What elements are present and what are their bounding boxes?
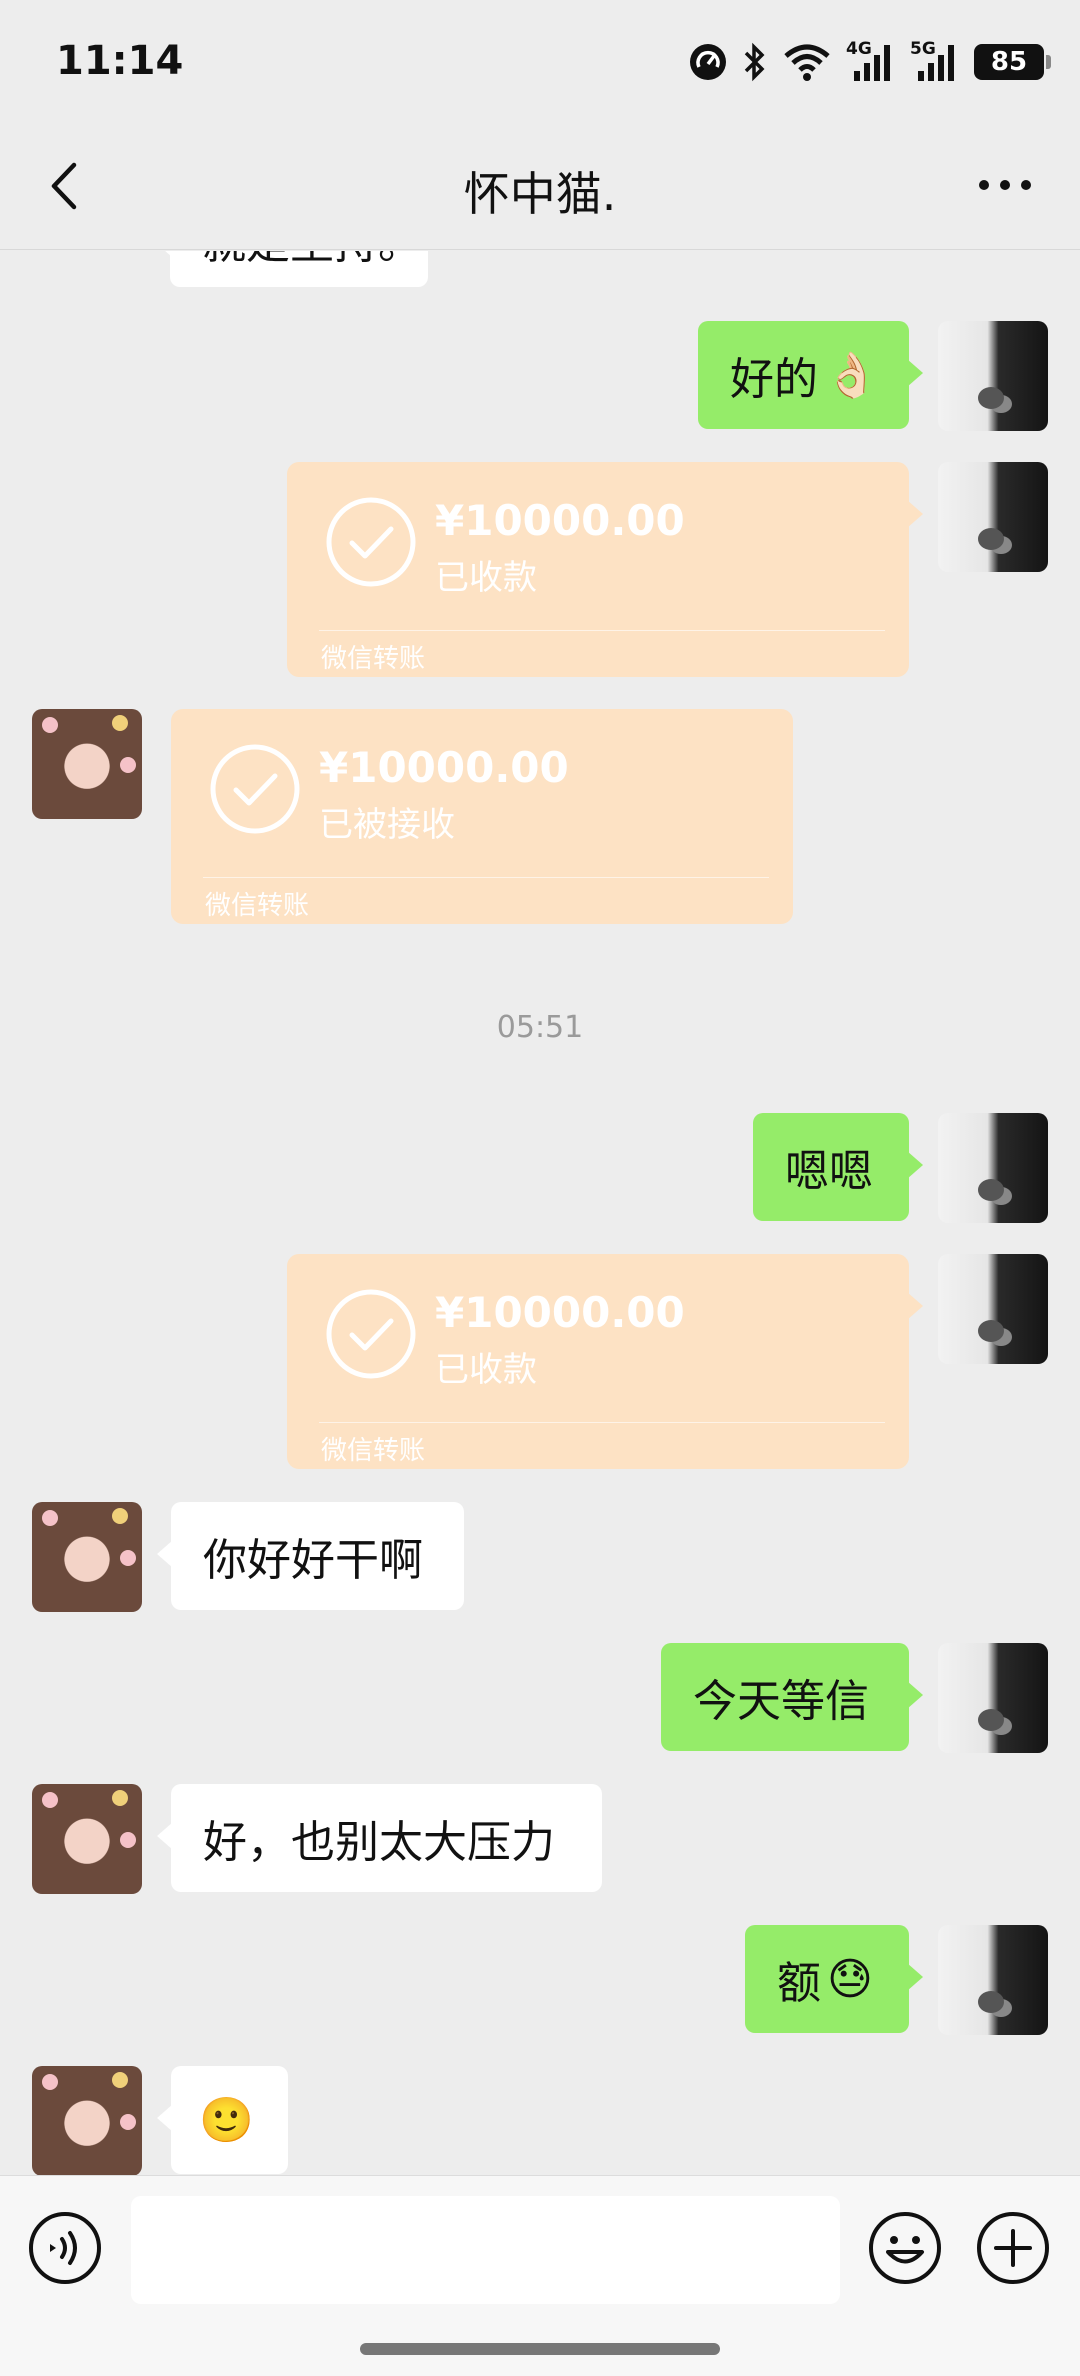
signal-4g-icon: 4G (846, 39, 896, 83)
message-text: 就是坚持。 (202, 251, 422, 271)
transfer-card-received[interactable]: ¥10000.00 已收款 微信转账 (287, 1254, 923, 1469)
my-avatar[interactable] (938, 1113, 1048, 1223)
message-text: 好的 (730, 354, 818, 405)
message-bubble-other[interactable]: 就是坚持。 (156, 251, 428, 287)
wifi-icon (784, 44, 830, 81)
signal-5g-icon: 5G (910, 39, 960, 83)
check-circle-icon (210, 744, 300, 834)
status-time: 11:14 (56, 38, 184, 84)
message-bubble-me[interactable]: 今天等信 (661, 1643, 923, 1751)
ok-hand-emoji: 👌🏻 (824, 350, 879, 401)
message-text: 额 (777, 1958, 821, 2009)
message-input[interactable] (131, 2196, 840, 2304)
transfer-status: 已被接收 (319, 805, 455, 845)
more-dots-icon (979, 180, 1031, 190)
chat-header: 怀中猫. (0, 120, 1080, 250)
transfer-divider (319, 1422, 885, 1423)
status-icons: 4G 5G 85 (688, 38, 1051, 86)
message-timestamp: 05:51 (496, 1010, 584, 1045)
message-bubble-other[interactable]: 好，也别太大压力 (157, 1784, 602, 1892)
my-avatar[interactable] (938, 1925, 1048, 2035)
contact-avatar[interactable] (32, 1502, 142, 1612)
transfer-footer: 微信转账 (321, 644, 426, 674)
contact-avatar[interactable] (32, 1784, 142, 1894)
transfer-status: 已收款 (435, 558, 537, 598)
chat-title: 怀中猫. (463, 167, 617, 221)
message-bubble-other[interactable]: 你好好干啊 (157, 1502, 464, 1610)
message-bubble-me[interactable]: 好的 👌🏻 (698, 321, 923, 429)
smile-emoji: 🙂 (199, 2095, 254, 2146)
my-avatar[interactable] (938, 1254, 1048, 1364)
check-circle-icon (326, 1289, 416, 1379)
emoji-icon[interactable] (868, 2211, 942, 2285)
transfer-footer: 微信转账 (205, 891, 310, 921)
my-avatar[interactable] (938, 321, 1048, 431)
transfer-card-accepted[interactable]: ¥10000.00 已被接收 微信转账 (171, 709, 793, 924)
my-avatar[interactable] (938, 462, 1048, 572)
data-saver-icon (690, 44, 726, 80)
status-bar: 11:14 4G 5G 85 (0, 0, 1080, 120)
message-text: 今天等信 (693, 1676, 869, 1727)
message-text: 好，也别太大压力 (203, 1817, 555, 1868)
transfer-amount: ¥10000.00 (319, 743, 569, 792)
more-button[interactable] (970, 160, 1040, 210)
transfer-amount: ¥10000.00 (435, 1288, 685, 1337)
transfer-divider (319, 630, 885, 631)
bluetooth-icon (744, 42, 765, 82)
chat-area[interactable]: 就是坚持。 好的 👌🏻 ¥10000.00 已收款 微信转账 ¥10000.00… (0, 251, 1080, 2175)
contact-avatar[interactable] (32, 2066, 142, 2175)
sweat-emoji: 😓 (827, 1953, 873, 2005)
home-indicator[interactable] (360, 2343, 720, 2355)
my-avatar[interactable] (938, 1643, 1048, 1753)
plus-icon[interactable] (976, 2211, 1050, 2285)
message-bubble-me[interactable]: 嗯嗯 (753, 1113, 923, 1221)
transfer-amount: ¥10000.00 (435, 496, 685, 545)
message-text: 嗯嗯 (785, 1146, 873, 1197)
transfer-card-received[interactable]: ¥10000.00 已收款 微信转账 (287, 462, 923, 677)
transfer-status: 已收款 (435, 1350, 537, 1390)
message-bubble-me[interactable]: 额 😓 (745, 1925, 923, 2033)
voice-icon[interactable] (28, 2211, 102, 2285)
transfer-divider (203, 877, 769, 878)
transfer-footer: 微信转账 (321, 1436, 426, 1466)
message-text: 你好好干啊 (203, 1535, 423, 1586)
message-bubble-other[interactable]: 🙂 (157, 2066, 288, 2174)
check-circle-icon (326, 497, 416, 587)
contact-avatar[interactable] (32, 709, 142, 819)
battery-icon: 85 (974, 44, 1051, 80)
